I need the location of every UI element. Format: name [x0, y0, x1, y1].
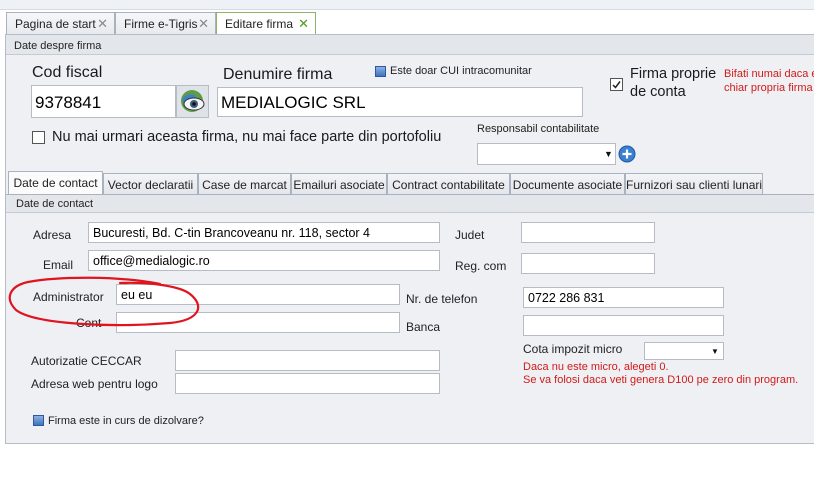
dizolvare-label: Firma este in curs de dizolvare? — [48, 415, 204, 427]
email-input[interactable]: office@medialogic.ro — [88, 250, 440, 271]
section-header: Date despre firma — [6, 35, 814, 55]
subtab-vector-declaratii[interactable]: Vector declaratii — [103, 173, 198, 194]
tab-label: Pagina de start — [15, 17, 96, 31]
subtab-case-de-marcat[interactable]: Case de marcat — [198, 173, 291, 194]
tab-firme-e-tigris[interactable]: Firme e-Tigris ✕ — [115, 12, 216, 34]
judet-label: Judet — [455, 228, 485, 242]
cota-impozit-micro-label: Cota impozit micro — [523, 342, 623, 356]
close-icon[interactable]: ✕ — [198, 16, 209, 32]
firma-proprie-hint: chiar propria firma d — [724, 82, 814, 94]
dizolvare-checkbox[interactable] — [33, 415, 44, 426]
plus-circle-icon — [618, 145, 636, 163]
telefon-input[interactable]: 0722 286 831 — [523, 287, 724, 308]
check-icon — [612, 81, 621, 89]
subtab-emailuri-asociate[interactable]: Emailuri asociate — [291, 173, 387, 194]
subtab-documente-asociate[interactable]: Documente asociate — [510, 173, 625, 194]
denumire-firma-label: Denumire firma — [223, 66, 333, 83]
adresa-input[interactable]: Bucuresti, Bd. C-tin Brancoveanu nr. 118… — [88, 222, 440, 243]
lookup-button[interactable] — [176, 85, 209, 118]
window-top-strip — [0, 0, 814, 10]
autorizatie-ceccar-input[interactable] — [175, 350, 440, 371]
adresa-label: Adresa — [33, 228, 72, 242]
subtab-contract-contabilitate[interactable]: Contract contabilitate — [387, 173, 510, 194]
autorizatie-ceccar-label: Autorizatie CECCAR — [31, 354, 142, 368]
close-icon[interactable]: ✕ — [298, 16, 309, 32]
tab-pagina-de-start[interactable]: Pagina de start ✕ — [6, 12, 115, 34]
cod-fiscal-input[interactable]: 9378841 — [31, 85, 176, 118]
responsabil-contabilitate-label: Responsabil contabilitate — [477, 123, 600, 135]
banca-label: Banca — [406, 320, 441, 334]
annotation-ellipse — [8, 276, 200, 327]
firma-proprie-label: de conta — [630, 84, 686, 100]
subtab-furnizori-clienti-lunari[interactable]: Furnizori sau clienti lunari — [625, 173, 763, 194]
firma-proprie-hint: Bifati numai daca e — [724, 68, 814, 80]
adresa-web-logo-input[interactable] — [175, 373, 440, 394]
cota-hint: Daca nu este micro, alegeti 0. — [523, 361, 669, 373]
adresa-web-logo-label: Adresa web pentru logo — [31, 377, 158, 391]
nu-mai-urmari-label: Nu mai urmari aceasta firma, nu mai face… — [52, 129, 442, 145]
reg-com-label: Reg. com — [455, 259, 507, 273]
tab-label: Editare firma — [225, 17, 294, 31]
cota-hint: Se va folosi daca veti genera D100 pe ze… — [523, 374, 799, 386]
cod-fiscal-label: Cod fiscal — [32, 64, 103, 81]
banca-input[interactable] — [523, 315, 724, 336]
denumire-firma-input[interactable]: MEDIALOGIC SRL — [217, 87, 583, 117]
tab-editare-firma[interactable]: Editare firma ✕ — [216, 12, 316, 35]
chevron-down-icon[interactable]: ▼ — [604, 149, 613, 159]
eye-globe-icon — [181, 90, 205, 112]
close-icon[interactable]: ✕ — [97, 16, 108, 32]
subtab-date-de-contact[interactable]: Date de contact — [8, 171, 103, 195]
cui-intracomunitar-label: Este doar CUI intracomunitar — [390, 65, 532, 77]
contact-section-header: Date de contact — [6, 195, 814, 213]
add-responsabil-button[interactable] — [618, 145, 636, 163]
responsabil-contabilitate-select[interactable] — [477, 143, 616, 165]
chevron-down-icon[interactable]: ▼ — [711, 347, 719, 356]
telefon-label: Nr. de telefon — [406, 292, 478, 306]
reg-com-input[interactable] — [521, 253, 655, 274]
firma-proprie-checkbox[interactable] — [610, 78, 623, 91]
cui-intracomunitar-checkbox[interactable] — [375, 66, 386, 77]
nu-mai-urmari-checkbox[interactable] — [32, 131, 45, 144]
judet-input[interactable] — [521, 222, 655, 243]
tab-label: Firme e-Tigris — [124, 17, 198, 31]
firma-proprie-label: Firma proprie — [630, 66, 717, 82]
